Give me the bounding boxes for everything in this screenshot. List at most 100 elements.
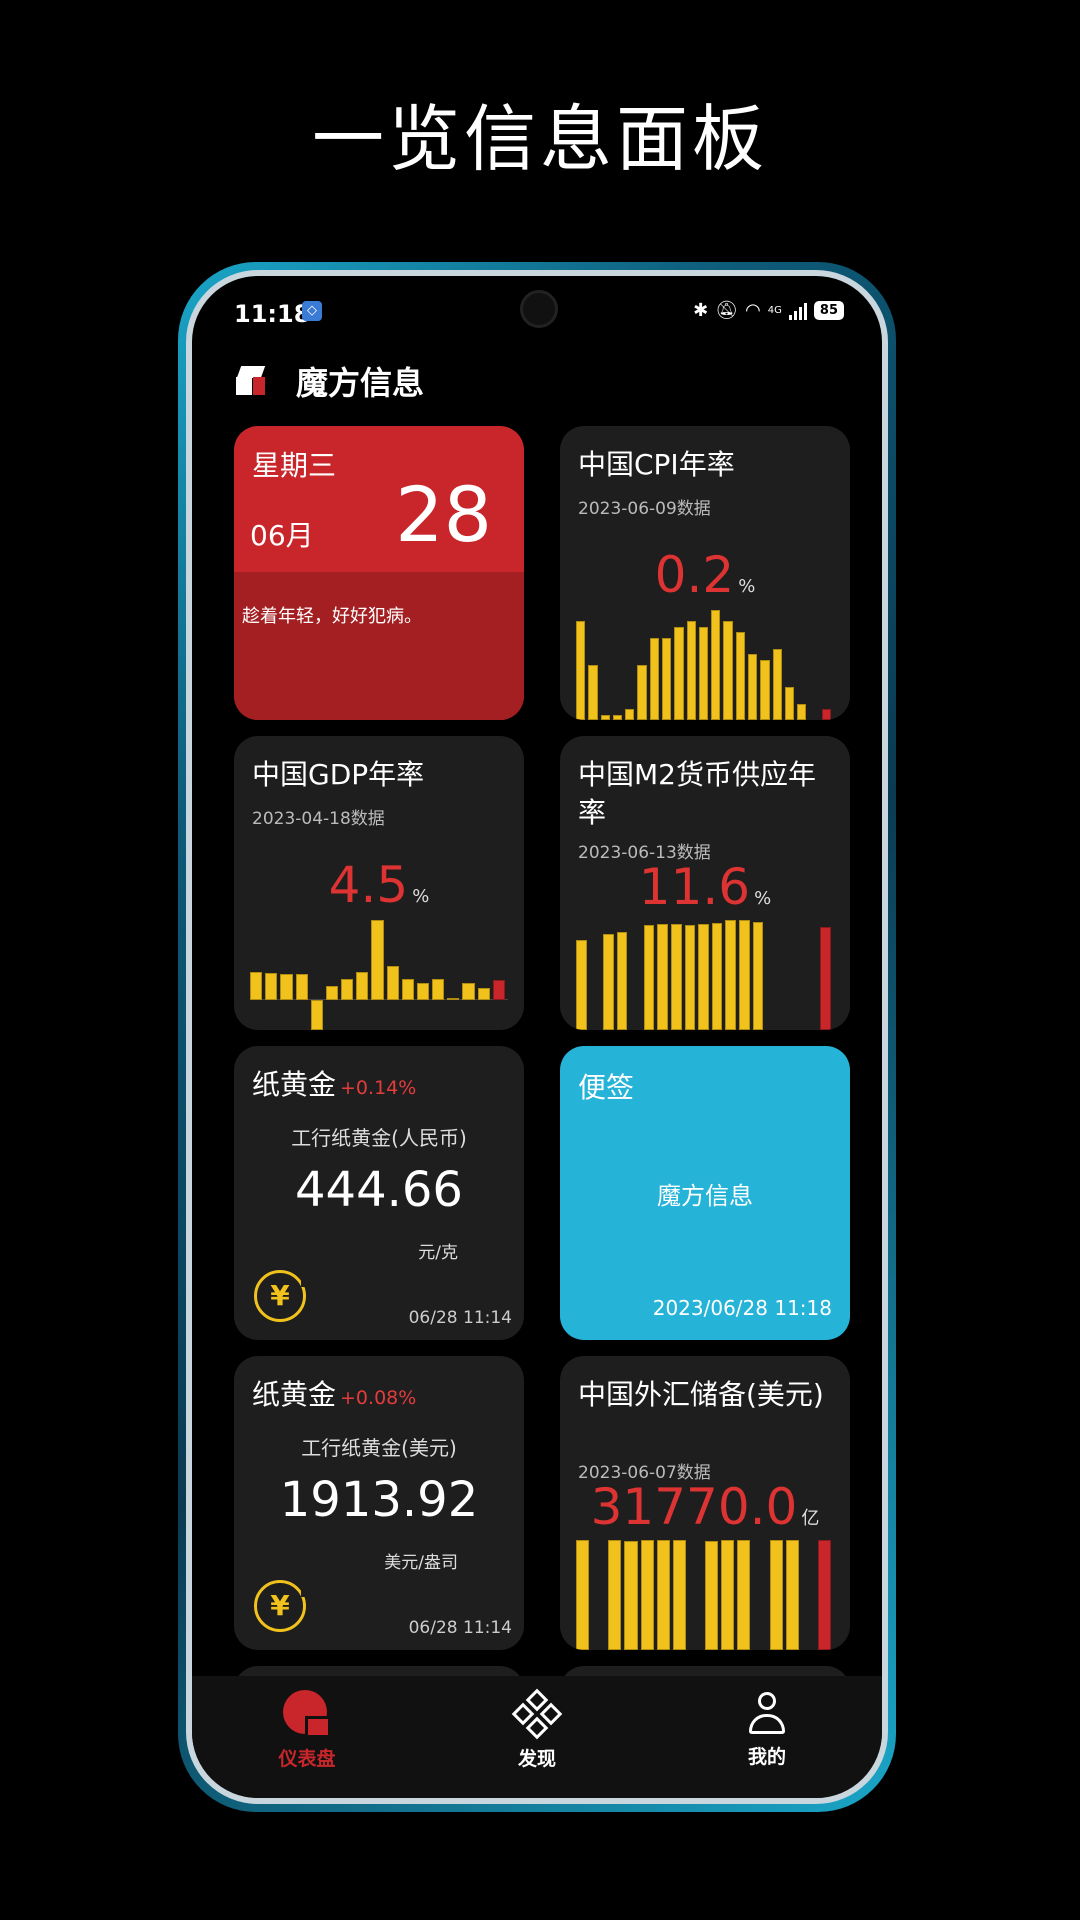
chart-bar xyxy=(674,626,684,720)
app-header: 魔方信息 xyxy=(236,358,424,404)
note-title: 便签 xyxy=(578,1071,635,1104)
chart-bar xyxy=(671,924,682,1030)
chart-bar xyxy=(612,714,623,720)
chart-bar xyxy=(723,621,733,720)
chart-bar xyxy=(588,665,598,720)
gold-cny-card[interactable]: 纸黄金 +0.14% 工行纸黄金(人民币) 444.66 元/克 ¥ 06/28 … xyxy=(234,1046,524,1340)
discover-icon xyxy=(511,1688,563,1740)
card-title: 纸黄金 +0.08% xyxy=(252,1378,417,1411)
chart-bar xyxy=(672,1540,686,1650)
status-icons: ✱ 🔕︎ ◠ 4G 85 xyxy=(693,300,844,321)
yuan-exchange-icon: ¥ xyxy=(254,1580,311,1632)
chart-bar xyxy=(416,982,430,1001)
tab-label: 我的 xyxy=(747,1746,786,1768)
cube-logo-icon xyxy=(236,366,266,396)
chart-bar xyxy=(624,1540,638,1650)
weekday: 星期三 xyxy=(252,449,337,482)
product-name: 工行纸黄金(人民币) xyxy=(291,1126,467,1150)
chart-bar xyxy=(649,637,659,720)
price-unit: 元/克 xyxy=(418,1243,458,1263)
card-date: 2023-06-09数据 xyxy=(578,499,711,519)
chart-bar xyxy=(817,1540,831,1650)
price-change: +0.14% xyxy=(340,1077,417,1099)
chart-bar xyxy=(625,709,635,720)
tab-label: 仪表盘 xyxy=(278,1748,336,1770)
fx-reserve-card[interactable]: 中国外汇储备(美元) 2023-06-07数据 31770.0 亿 xyxy=(560,1356,850,1650)
chart-bar xyxy=(447,998,460,1001)
note-time: 2023/06/28 11:18 xyxy=(652,1296,832,1320)
card-title: 中国外汇储备(美元) xyxy=(578,1378,824,1411)
chart-bar xyxy=(608,1540,622,1650)
chart-bar xyxy=(737,1540,751,1650)
note-body: 魔方信息 xyxy=(657,1182,753,1210)
chart-bar xyxy=(705,1540,719,1650)
chart-bar xyxy=(603,934,614,1030)
chart-bar xyxy=(711,922,723,1030)
chart-bar xyxy=(462,983,475,1001)
status-bar: 11:18 ◇ ✱ 🔕︎ ◠ 4G 85 xyxy=(192,276,882,338)
app-title: 魔方信息 xyxy=(296,364,425,402)
chart-bar xyxy=(721,1540,735,1650)
chart-bar xyxy=(576,621,586,720)
tab-label: 发现 xyxy=(517,1748,556,1770)
chart-bar xyxy=(401,978,414,1001)
tab-profile[interactable]: 我的 xyxy=(707,1690,827,1798)
chart-bar xyxy=(748,654,758,720)
chart-bar xyxy=(725,920,736,1030)
chart-bar xyxy=(769,1540,783,1650)
chart-bar xyxy=(325,986,339,1001)
gold-usd-card[interactable]: 纸黄金 +0.08% 工行纸黄金(美元) 1913.92 美元/盎司 ¥ 06/2… xyxy=(234,1356,524,1650)
chart-bar xyxy=(738,920,750,1030)
chart-bar xyxy=(576,940,587,1030)
chart-bar xyxy=(784,687,795,720)
date-card[interactable]: 星期三 06月 28 趁着年轻，好好犯病。 xyxy=(234,426,524,720)
chart-bar xyxy=(492,980,505,1001)
chart-bar xyxy=(477,987,490,1001)
chart-bar xyxy=(797,703,807,720)
cpi-card[interactable]: 中国CPI年率 2023-06-09数据 0.2% xyxy=(560,426,850,720)
chart-bar xyxy=(265,973,278,1001)
m2-card[interactable]: 中国M2货币供应年率 2023-06-13数据 11.6% xyxy=(560,736,850,1030)
card-value: 4.5% xyxy=(328,856,430,914)
chart-bar xyxy=(295,973,308,1001)
tab-dashboard[interactable]: 仪表盘 xyxy=(247,1690,367,1798)
chart-bar xyxy=(752,921,764,1030)
note-card[interactable]: 便签 魔方信息 2023/06/28 11:18 xyxy=(560,1046,850,1340)
chart-bar xyxy=(356,971,369,1001)
chart-bar xyxy=(735,632,745,720)
chart-bar xyxy=(772,648,782,720)
chart-bar xyxy=(760,659,770,720)
chart-bar xyxy=(785,1540,799,1650)
screen: 11:18 ◇ ✱ 🔕︎ ◠ 4G 85 魔方信息 星期三 06月 28 趁着年… xyxy=(192,276,882,1798)
card-value: 0.2% xyxy=(654,546,756,604)
gdp-card[interactable]: 中国GDP年率 2023-04-18数据 4.5% xyxy=(234,736,524,1030)
signal-icon xyxy=(788,302,807,320)
card-value: 31770.0 亿 xyxy=(590,1478,820,1536)
bluetooth-icon: ✱ xyxy=(693,300,709,321)
chart-bar xyxy=(616,932,628,1030)
chart-bar xyxy=(711,610,721,720)
card-value: 11.6% xyxy=(638,858,772,916)
front-camera xyxy=(520,290,558,328)
chart-bar xyxy=(637,665,647,720)
chart-bar xyxy=(662,637,672,720)
mute-bell-icon: 🔕︎ xyxy=(715,300,739,321)
gold-price: 444.66 xyxy=(295,1162,463,1218)
tab-discover[interactable]: 发现 xyxy=(477,1688,597,1798)
card-title: 中国GDP年率 xyxy=(252,758,425,791)
chart-bar xyxy=(250,972,263,1001)
chart-bar xyxy=(386,965,399,1001)
gold-price: 1913.92 xyxy=(279,1472,479,1528)
product-name: 工行纸黄金(美元) xyxy=(301,1436,457,1460)
gdp-bar-chart xyxy=(250,920,508,1030)
chart-bar xyxy=(698,626,709,720)
banner-title: 一览信息面板 xyxy=(311,97,768,181)
chart-bar xyxy=(657,923,669,1030)
card-title: 纸黄金 +0.14% xyxy=(252,1068,417,1101)
chart-bar xyxy=(576,1540,590,1650)
network-type: 4G xyxy=(767,305,782,316)
chart-bar xyxy=(656,1540,670,1650)
phone-frame: 11:18 ◇ ✱ 🔕︎ ◠ 4G 85 魔方信息 星期三 06月 28 趁着年… xyxy=(178,262,896,1812)
chart-bar xyxy=(698,923,709,1030)
status-time: 11:18 xyxy=(234,300,311,328)
